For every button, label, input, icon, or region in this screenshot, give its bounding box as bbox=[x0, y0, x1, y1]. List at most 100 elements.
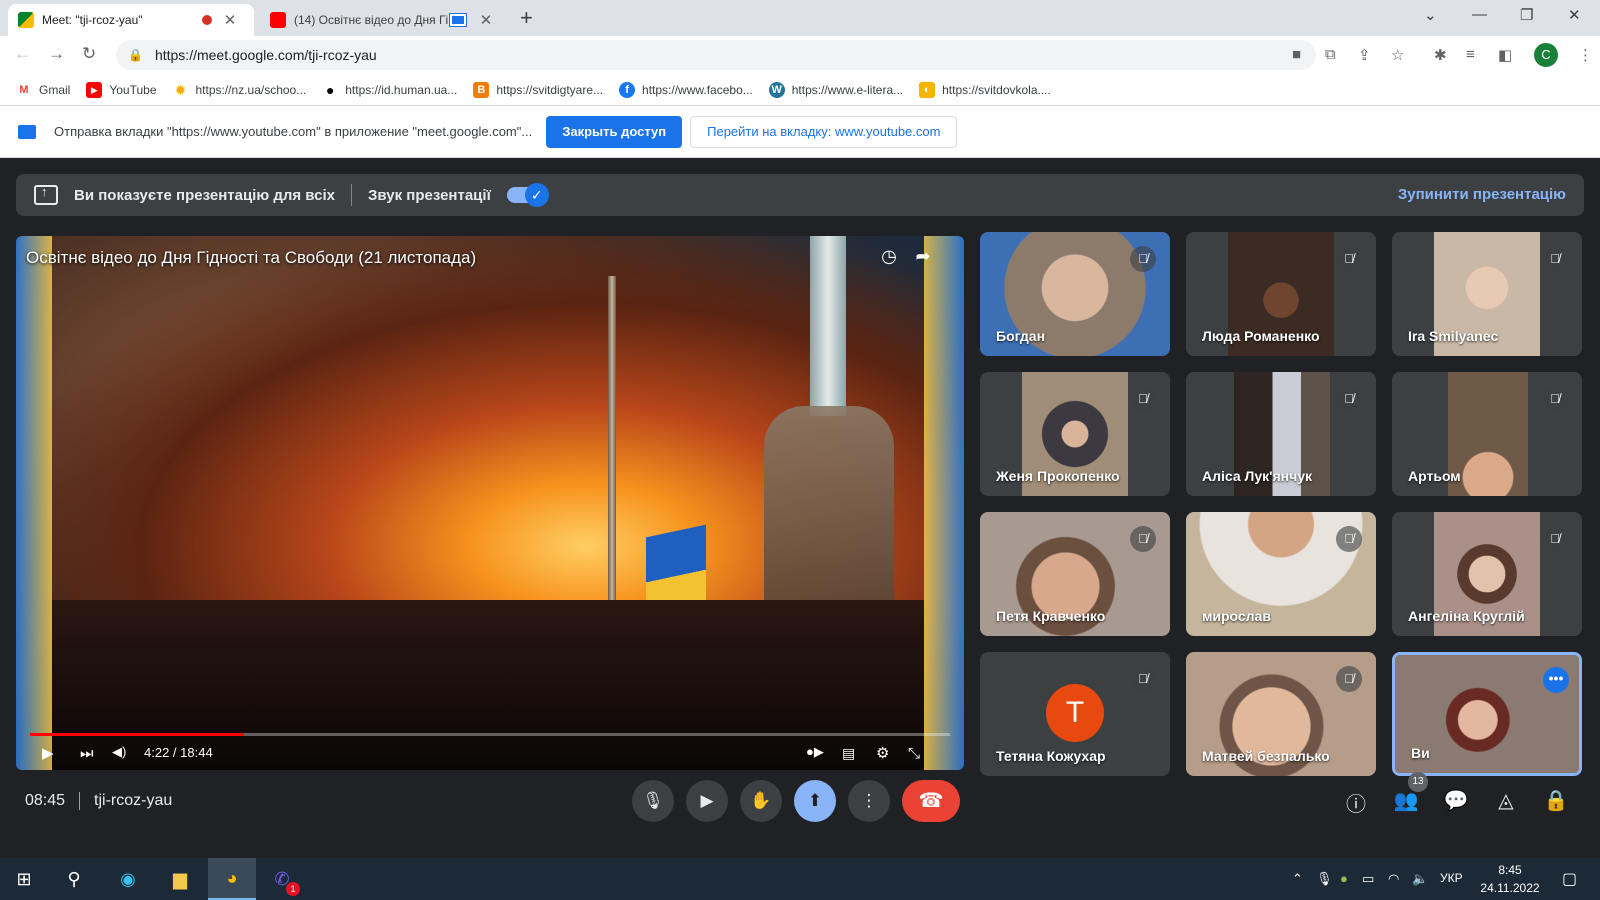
participant-tile[interactable]: 🎙̸ Матвей безпалько bbox=[1186, 652, 1376, 776]
minimize-button[interactable]: — bbox=[1472, 6, 1487, 23]
tab-youtube[interactable]: (14) Освітнє відео до Дня Гі ✕ bbox=[260, 4, 506, 36]
bookmark-nz[interactable]: ✹ https://nz.ua/schoo... bbox=[172, 81, 306, 98]
restore-button[interactable]: ❐ bbox=[1520, 6, 1533, 24]
participant-name: Люда Романенко bbox=[1202, 328, 1320, 344]
raise-hand-button[interactable]: ✋ bbox=[740, 780, 782, 822]
video-progress-bar[interactable] bbox=[30, 733, 950, 736]
participant-tile[interactable]: 🎙̸ Ira Smilyanec bbox=[1392, 232, 1582, 356]
bookmark-youtube[interactable]: ▶ YouTube bbox=[86, 81, 157, 98]
show-hidden-icons[interactable]: ⌃ bbox=[1292, 871, 1303, 887]
close-tab-icon[interactable]: ✕ bbox=[478, 11, 494, 29]
microphone-tray-icon[interactable]: 🎙 bbox=[1316, 871, 1333, 887]
present-button[interactable]: ⬆ bbox=[794, 780, 836, 822]
bookmark-star-icon[interactable]: ☆ bbox=[1391, 46, 1404, 64]
address-bar[interactable]: 🔒 https://meet.google.com/tji-rcoz-yau bbox=[116, 40, 1316, 70]
share-arrow-icon[interactable]: ➦ bbox=[912, 246, 934, 268]
video-monument bbox=[764, 406, 894, 606]
close-window-button[interactable]: ✕ bbox=[1568, 6, 1581, 24]
chrome-icon[interactable]: ◕ bbox=[208, 858, 256, 900]
search-icon[interactable]: ⚲ bbox=[50, 858, 98, 900]
subtitles-icon[interactable]: ▤ bbox=[842, 745, 855, 762]
reload-icon[interactable]: ↻ bbox=[82, 44, 96, 64]
participant-tile[interactable]: 🎙̸ Артьом bbox=[1392, 372, 1582, 496]
microphone-button[interactable]: 🎙 bbox=[632, 780, 674, 822]
more-options-button[interactable]: ⋮ bbox=[848, 780, 890, 822]
edge-icon[interactable]: ◉ bbox=[104, 858, 152, 900]
back-icon[interactable]: ← bbox=[14, 44, 31, 64]
extensions-icon[interactable]: ✱ bbox=[1434, 46, 1447, 64]
tab-meet[interactable]: Meet: "tji-rcoz-yau" ✕ bbox=[8, 4, 254, 36]
meeting-details-icon[interactable]: ⓘ bbox=[1342, 788, 1370, 817]
leave-call-button[interactable]: ☎ bbox=[902, 780, 960, 822]
menu-icon[interactable]: ⋮ bbox=[1578, 46, 1593, 64]
lock-icon[interactable]: 🔒 bbox=[128, 48, 143, 62]
switch-to-tab-button[interactable]: Перейти на вкладку: www.youtube.com bbox=[690, 115, 958, 148]
language-indicator[interactable]: УКР bbox=[1440, 871, 1463, 885]
meeting-time: 08:45 bbox=[25, 792, 66, 809]
camera-in-use-icon[interactable]: ■ bbox=[1292, 46, 1301, 63]
participant-tile[interactable]: 🎙̸ Петя Кравченко bbox=[980, 512, 1170, 636]
participant-tile[interactable]: 🎙̸ Аліса Лук'янчук bbox=[1186, 372, 1376, 496]
bookmark-facebook[interactable]: f https://www.facebo... bbox=[619, 81, 753, 98]
close-tab-icon[interactable]: ✕ bbox=[222, 11, 238, 29]
next-icon[interactable]: ⏭ bbox=[80, 745, 94, 762]
wifi-icon[interactable]: ◠ bbox=[1388, 871, 1399, 887]
share-icon[interactable]: ⇪ bbox=[1358, 46, 1371, 64]
chat-icon[interactable]: 💬 bbox=[1442, 788, 1470, 813]
presented-video[interactable]: Освітнє відео до Дня Гідності та Свободи… bbox=[16, 236, 964, 770]
volume-icon[interactable]: ◀) bbox=[112, 744, 126, 760]
autoplay-toggle-icon[interactable]: ●▶ bbox=[806, 744, 824, 760]
bookmark-svitdovkola[interactable]: ◐ https://svitdovkola.... bbox=[919, 81, 1051, 98]
host-controls-icon[interactable]: 🔒 bbox=[1542, 788, 1570, 813]
bookmark-wordpress[interactable]: Whttps://www.e-litera... bbox=[768, 81, 903, 98]
watch-later-icon[interactable]: ◷ bbox=[878, 246, 900, 268]
participant-count-badge: 13 bbox=[1408, 772, 1428, 792]
bookmark-label: https://id.human.ua... bbox=[345, 82, 458, 97]
bookmark-blogger[interactable]: Bhttps://svitdigtyare... bbox=[473, 81, 603, 98]
facebook-icon: f bbox=[619, 81, 636, 98]
profile-avatar[interactable]: C bbox=[1534, 43, 1558, 67]
side-panel-icon[interactable]: ◧ bbox=[1498, 46, 1512, 64]
bookmark-human[interactable]: ● https://id.human.ua... bbox=[322, 81, 458, 98]
chrome-glyph: ◕ bbox=[226, 867, 238, 888]
self-tile[interactable]: ••• Ви bbox=[1392, 652, 1582, 776]
stop-presentation-button[interactable]: Зупинити презентацію bbox=[1398, 186, 1566, 203]
mic-off-icon: 🎙̸ bbox=[1130, 526, 1156, 552]
tab-strip: Meet: "tji-rcoz-yau" ✕ (14) Освітнє віде… bbox=[0, 0, 1600, 36]
more-options-icon[interactable]: ••• bbox=[1543, 667, 1569, 693]
media-control-icon[interactable]: ≡ bbox=[1466, 46, 1475, 63]
new-tab-button[interactable]: + bbox=[520, 5, 533, 31]
tab-search-icon[interactable]: ⌄ bbox=[1424, 6, 1437, 24]
participant-tile[interactable]: 🎙̸ Женя Прокопенко bbox=[980, 372, 1170, 496]
edge-glyph: ◉ bbox=[120, 868, 136, 889]
participant-tile[interactable]: 🎙̸ мирослав bbox=[1186, 512, 1376, 636]
windows-start-icon[interactable]: ⊞ bbox=[0, 858, 48, 900]
volume-tray-icon[interactable]: 🔈 bbox=[1412, 871, 1428, 887]
participant-tile[interactable]: 🎙̸ Богдан bbox=[980, 232, 1170, 356]
participant-name: Женя Прокопенко bbox=[996, 468, 1120, 484]
translate-icon[interactable]: ⧉ bbox=[1325, 46, 1336, 63]
meet-stage: Ви показуєте презентацію для всіх Звук п… bbox=[0, 158, 1600, 858]
taskbar-clock[interactable]: 8:45 24.11.2022 bbox=[1474, 861, 1546, 897]
settings-gear-icon[interactable]: ⚙ bbox=[876, 744, 889, 762]
presentation-audio-label: Звук презентації bbox=[368, 186, 491, 204]
notifications-icon[interactable]: ▢ bbox=[1562, 869, 1577, 889]
camera-button[interactable]: ▶ bbox=[686, 780, 728, 822]
participant-tile[interactable]: 🎙̸ Ангеліна Круглій bbox=[1392, 512, 1582, 636]
sun-icon: ✹ bbox=[172, 81, 189, 98]
bookmark-gmail[interactable]: M Gmail bbox=[16, 81, 70, 98]
participant-tile[interactable]: T 🎙̸ Тетяна Кожухар bbox=[980, 652, 1170, 776]
stop-sharing-button[interactable]: Закрыть доступ bbox=[546, 115, 683, 148]
tab-title: (14) Освітнє відео до Дня Гі bbox=[294, 13, 449, 27]
security-tray-icon[interactable]: ● bbox=[1340, 871, 1348, 886]
presentation-audio-toggle[interactable]: ✓ bbox=[506, 183, 549, 207]
forward-icon[interactable]: → bbox=[48, 44, 65, 64]
participant-tile[interactable]: 🎙̸ Люда Романенко bbox=[1186, 232, 1376, 356]
viber-icon[interactable]: ✆ 1 bbox=[258, 858, 306, 900]
play-icon[interactable]: ▶ bbox=[42, 744, 54, 762]
mic-off-icon: 🎙̸ bbox=[1542, 526, 1568, 552]
file-explorer-icon[interactable]: ▆ bbox=[156, 858, 204, 900]
exit-fullscreen-icon[interactable]: ⤡ bbox=[908, 745, 920, 762]
activities-icon[interactable]: ◬ bbox=[1492, 788, 1520, 813]
battery-icon[interactable]: ▭ bbox=[1362, 871, 1374, 887]
